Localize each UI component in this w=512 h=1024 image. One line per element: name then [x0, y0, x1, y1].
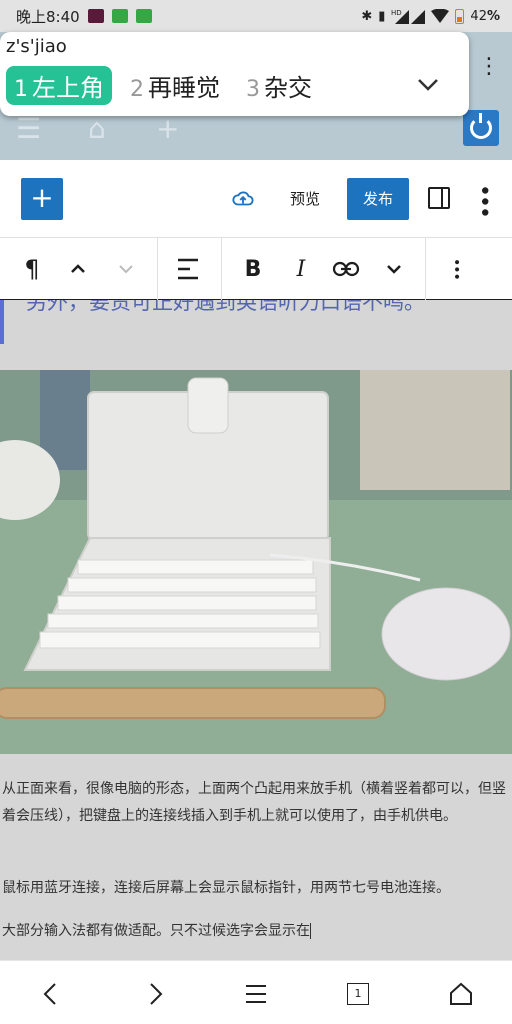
wifi-icon [431, 9, 450, 23]
product-photo[interactable] [0, 370, 512, 754]
menu-icon[interactable]: ☰ [16, 112, 41, 145]
more-options-icon[interactable]: ••• [471, 184, 496, 217]
paragraph-block-icon[interactable]: ¶ [12, 238, 52, 300]
block-options-icon[interactable]: ••• [444, 238, 468, 300]
move-down-icon[interactable] [114, 238, 138, 300]
plus-icon[interactable]: + [156, 112, 179, 145]
post-content: 另外，要责可正好遇到英语听力口语不鸣。 从正面来看，很像电脑的形态，上面两个凸起… [0, 300, 512, 960]
chevron-down-icon[interactable] [416, 72, 440, 96]
back-icon[interactable] [38, 981, 64, 1007]
app-notification-icon [135, 9, 152, 23]
editor-toolbar: + 预览 发布 ••• [0, 160, 512, 238]
block-toolbar: ¶ B I ••• [0, 238, 512, 300]
align-left-icon[interactable] [174, 238, 202, 300]
text-caret [310, 923, 311, 939]
svg-text:HD: HD [391, 9, 402, 17]
ime-candidate-list: 1 左上角 2 再睡觉 3 杂交 [6, 66, 320, 105]
sidebar-toggle-icon[interactable] [428, 187, 450, 209]
link-icon[interactable] [332, 238, 360, 300]
preview-button[interactable]: 预览 [290, 188, 320, 209]
vibrate-icon: ▮ [378, 8, 386, 24]
more-vert-icon[interactable]: ⋮ [478, 54, 500, 79]
italic-button[interactable]: I [286, 238, 316, 300]
ime-candidate-3[interactable]: 3 杂交 [238, 66, 320, 105]
tab-count-button[interactable]: 1 [347, 983, 369, 1005]
cloud-upload-icon[interactable] [232, 188, 254, 210]
power-icon[interactable] [463, 110, 499, 146]
move-up-icon[interactable] [66, 238, 90, 300]
app-notification-icon [111, 9, 128, 23]
home-icon[interactable]: ⌂ [88, 112, 106, 145]
bold-button[interactable]: B [238, 238, 268, 300]
status-icons: ✱ ▮ HD 42% [361, 8, 500, 24]
ime-candidate-2[interactable]: 2 再睡觉 [122, 66, 228, 105]
add-block-button[interactable]: + [21, 178, 63, 220]
status-time: 晚上8:40 [16, 7, 80, 26]
toolbar-divider [157, 238, 158, 300]
battery-percent: 42% [470, 8, 500, 24]
quote-block[interactable]: 另外，要责可正好遇到英语听力口语不鸣。 [0, 300, 512, 344]
ime-pinyin: z's'jiao [6, 36, 67, 57]
screen: 晚上8:40 ✱ ▮ HD 42% ⋮ ☰ ⌂ + z's'jiao 1 左上角… [0, 0, 512, 1024]
signal-icon: HD [391, 9, 426, 24]
bluetooth-icon: ✱ [361, 8, 373, 24]
browser-bottom-nav: 1 [0, 960, 512, 1024]
paragraph-3[interactable]: 大部分输入法都有做适配。只不过候选字会显示在 [2, 918, 510, 945]
paragraph-2[interactable]: 鼠标用蓝牙连接，连接后屏幕上会显示鼠标指针，用两节七号电池连接。 [2, 875, 510, 902]
more-formatting-chevron-icon[interactable] [382, 238, 406, 300]
ime-candidate-1[interactable]: 1 左上角 [6, 66, 112, 105]
paragraph-1[interactable]: 从正面来看，很像电脑的形态，上面两个凸起用来放手机（横着竖着都可以，但竖着会压线… [2, 776, 510, 830]
toolbar-divider [425, 238, 426, 300]
home-icon[interactable] [448, 981, 474, 1007]
quote-text: 另外，要责可正好遇到英语听力口语不鸣。 [26, 300, 425, 314]
publish-button[interactable]: 发布 [347, 178, 409, 220]
battery-icon [455, 8, 465, 24]
toolbar-divider [221, 238, 222, 300]
forward-icon[interactable] [142, 981, 168, 1007]
ime-candidate-popup: z's'jiao 1 左上角 2 再睡觉 3 杂交 [0, 32, 469, 116]
status-bar: 晚上8:40 ✱ ▮ HD 42% [0, 0, 512, 32]
app-notification-icon [87, 9, 104, 23]
menu-icon[interactable] [243, 981, 269, 1007]
